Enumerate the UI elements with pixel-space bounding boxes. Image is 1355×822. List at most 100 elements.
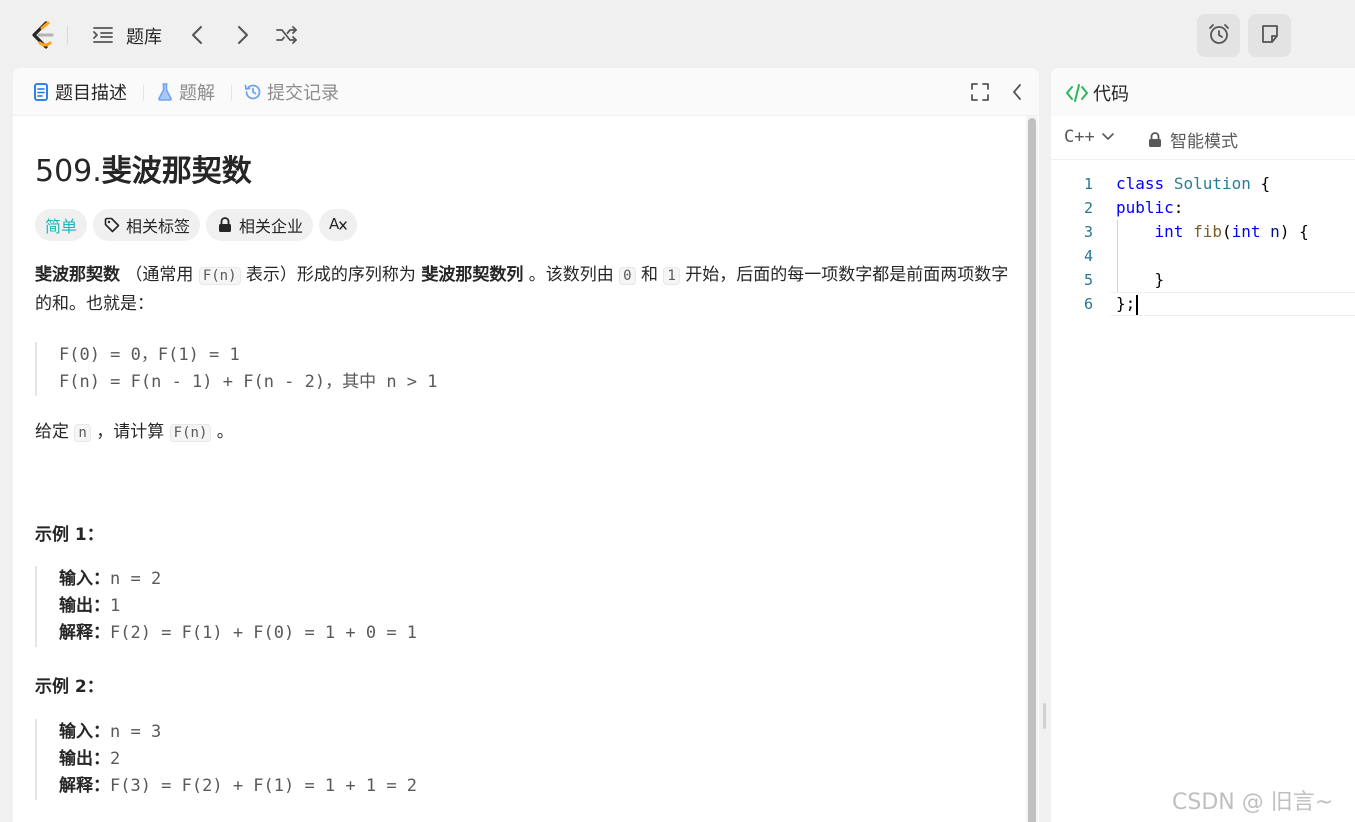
watermark: CSDN @ 旧言~ [1172,790,1334,815]
tab-submissions-label: 提交记录 [267,83,339,104]
intro-term: 斐波那契数列 [421,265,524,285]
description-panel: 题目描述 题解 提交记录 509.斐波那契数 简单 相关标签 相关企业 A 斐波… [13,68,1039,822]
notes-button[interactable] [1248,14,1291,57]
timer-button[interactable] [1197,14,1240,57]
topics-tag-label: 相关标签 [126,217,191,236]
topics-tag-button[interactable]: 相关标签 [93,209,201,241]
tab-solutions[interactable]: 题解 [155,80,215,104]
code-line: int fib(int n) { [1154,222,1309,241]
companies-tag-button[interactable]: 相关企业 [206,209,314,241]
line-number: 6 [1083,295,1093,313]
code-line: class Solution { [1116,174,1271,193]
svg-text:A: A [329,215,340,232]
tab-submissions[interactable]: 提交记录 [243,80,339,104]
code-line: } [1116,270,1165,289]
code-panel: 代码 C++ 智能模式 1 2 3 4 5 6 class Solution {… [1051,68,1355,822]
example-value: 1 [110,596,121,616]
code-panel-header: 代码 [1051,68,1355,116]
shuffle-icon[interactable] [274,22,300,48]
problem-intro: 斐波那契数 （通常用 F(n) 表示）形成的序列称为 斐波那契数列 。该数列由 … [35,261,1015,318]
top-nav-bar: 题库 [0,0,1355,68]
intro-text: （通常用 [120,265,199,285]
line-number: 2 [1083,199,1093,217]
problem-ask: 给定 n ，请计算 F(n) 。 [35,418,1015,447]
inline-code: F(n) [169,424,212,442]
example-label: 解释： [59,623,110,643]
nav-divider [67,26,68,44]
formula-line: F(n) = F(n - 1) + F(n - 2)，其中 n > 1 [59,372,438,392]
example-value: n = 2 [110,569,162,589]
example-value: F(3) = F(2) + F(1) = 1 + 1 = 2 [110,776,418,796]
line-number: 4 [1083,247,1093,265]
code-line: public: [1116,198,1184,217]
lock-icon [216,216,234,234]
translate-button[interactable]: A [319,209,358,241]
chevron-right-icon[interactable] [230,22,256,48]
example-label: 输入： [59,569,110,589]
code-brackets-icon [1065,82,1089,104]
fullscreen-icon[interactable] [969,81,991,103]
collapse-panel-icon[interactable] [1006,81,1028,103]
companies-tag-label: 相关企业 [239,217,304,236]
difficulty-badge: 简单 [35,209,88,241]
formula-line: F(0) = 0，F(1) = 1 [59,345,240,365]
language-label: C++ [1064,127,1095,147]
language-select[interactable]: C++ [1064,127,1115,147]
tab-divider [143,85,144,101]
ask-text: 给定 [35,422,75,442]
ask-text: 。 [211,422,234,442]
example-value: F(2) = F(1) + F(0) = 1 + 0 = 1 [110,623,418,643]
intro-text: 和 [635,265,664,285]
sticky-note-icon [1259,23,1281,49]
flask-icon [155,82,175,102]
example-label: 输出： [59,596,110,616]
editor-mode-select[interactable]: 智能模式 [1148,127,1238,152]
editor-mode-label: 智能模式 [1170,132,1238,152]
problem-list-button[interactable]: 题库 [126,23,162,49]
tab-description[interactable]: 题目描述 [31,80,127,104]
description-tabs: 题目描述 题解 提交记录 [13,68,1039,116]
lock-icon [1148,131,1164,148]
inline-code: F(n) [198,267,241,285]
line-number: 1 [1083,175,1093,193]
example-1-heading: 示例 1： [35,525,104,545]
formula-block: F(0) = 0，F(1) = 1 F(n) = F(n - 1) + F(n -… [35,342,438,396]
example-value: 2 [110,749,121,769]
problem-tags: 简单 相关标签 相关企业 A [35,209,358,241]
example-label: 解释： [59,776,110,796]
example-label: 输出： [59,749,110,769]
example-2-block: 输入：n = 3 输出：2 解释：F(3) = F(2) + F(1) = 1 + … [35,719,417,800]
tag-icon [103,216,121,234]
text-caret [1136,295,1138,315]
document-icon [31,82,51,102]
code-line: }; [1116,294,1136,313]
example-value: n = 3 [110,722,162,742]
leetcode-logo-icon[interactable] [28,20,56,50]
description-scrollbar[interactable] [1026,116,1038,822]
tab-divider [231,85,232,101]
panel-resize-handle[interactable] [1043,703,1046,729]
scrollbar-thumb[interactable] [1028,118,1036,822]
code-tab-label: 代码 [1093,84,1129,105]
list-indent-icon[interactable] [90,22,116,48]
line-number: 3 [1083,223,1093,241]
intro-text: 。该数列由 [523,265,620,285]
example-1-block: 输入：n = 2 输出：1 解释：F(2) = F(1) + F(0) = 1 + … [35,566,417,647]
intro-text: 表示）形成的序列称为 [240,265,422,285]
ask-text: ，请计算 [90,422,170,442]
inline-code: n [74,424,91,442]
chevron-left-icon[interactable] [184,22,210,48]
editor-toolbar: C++ 智能模式 [1051,116,1355,160]
translate-icon: A [328,214,348,236]
example-2-heading: 示例 2： [35,677,104,697]
line-number: 5 [1083,271,1093,289]
tab-solutions-label: 题解 [179,83,215,104]
problem-title: 509.斐波那契数 [35,146,252,190]
problem-number: 509. [35,154,102,189]
alarm-clock-icon [1207,22,1231,50]
chevron-down-icon [1101,130,1115,144]
problem-name: 斐波那契数 [101,154,252,189]
current-line-highlight [1111,292,1355,316]
code-tab[interactable]: 代码 [1065,80,1129,106]
